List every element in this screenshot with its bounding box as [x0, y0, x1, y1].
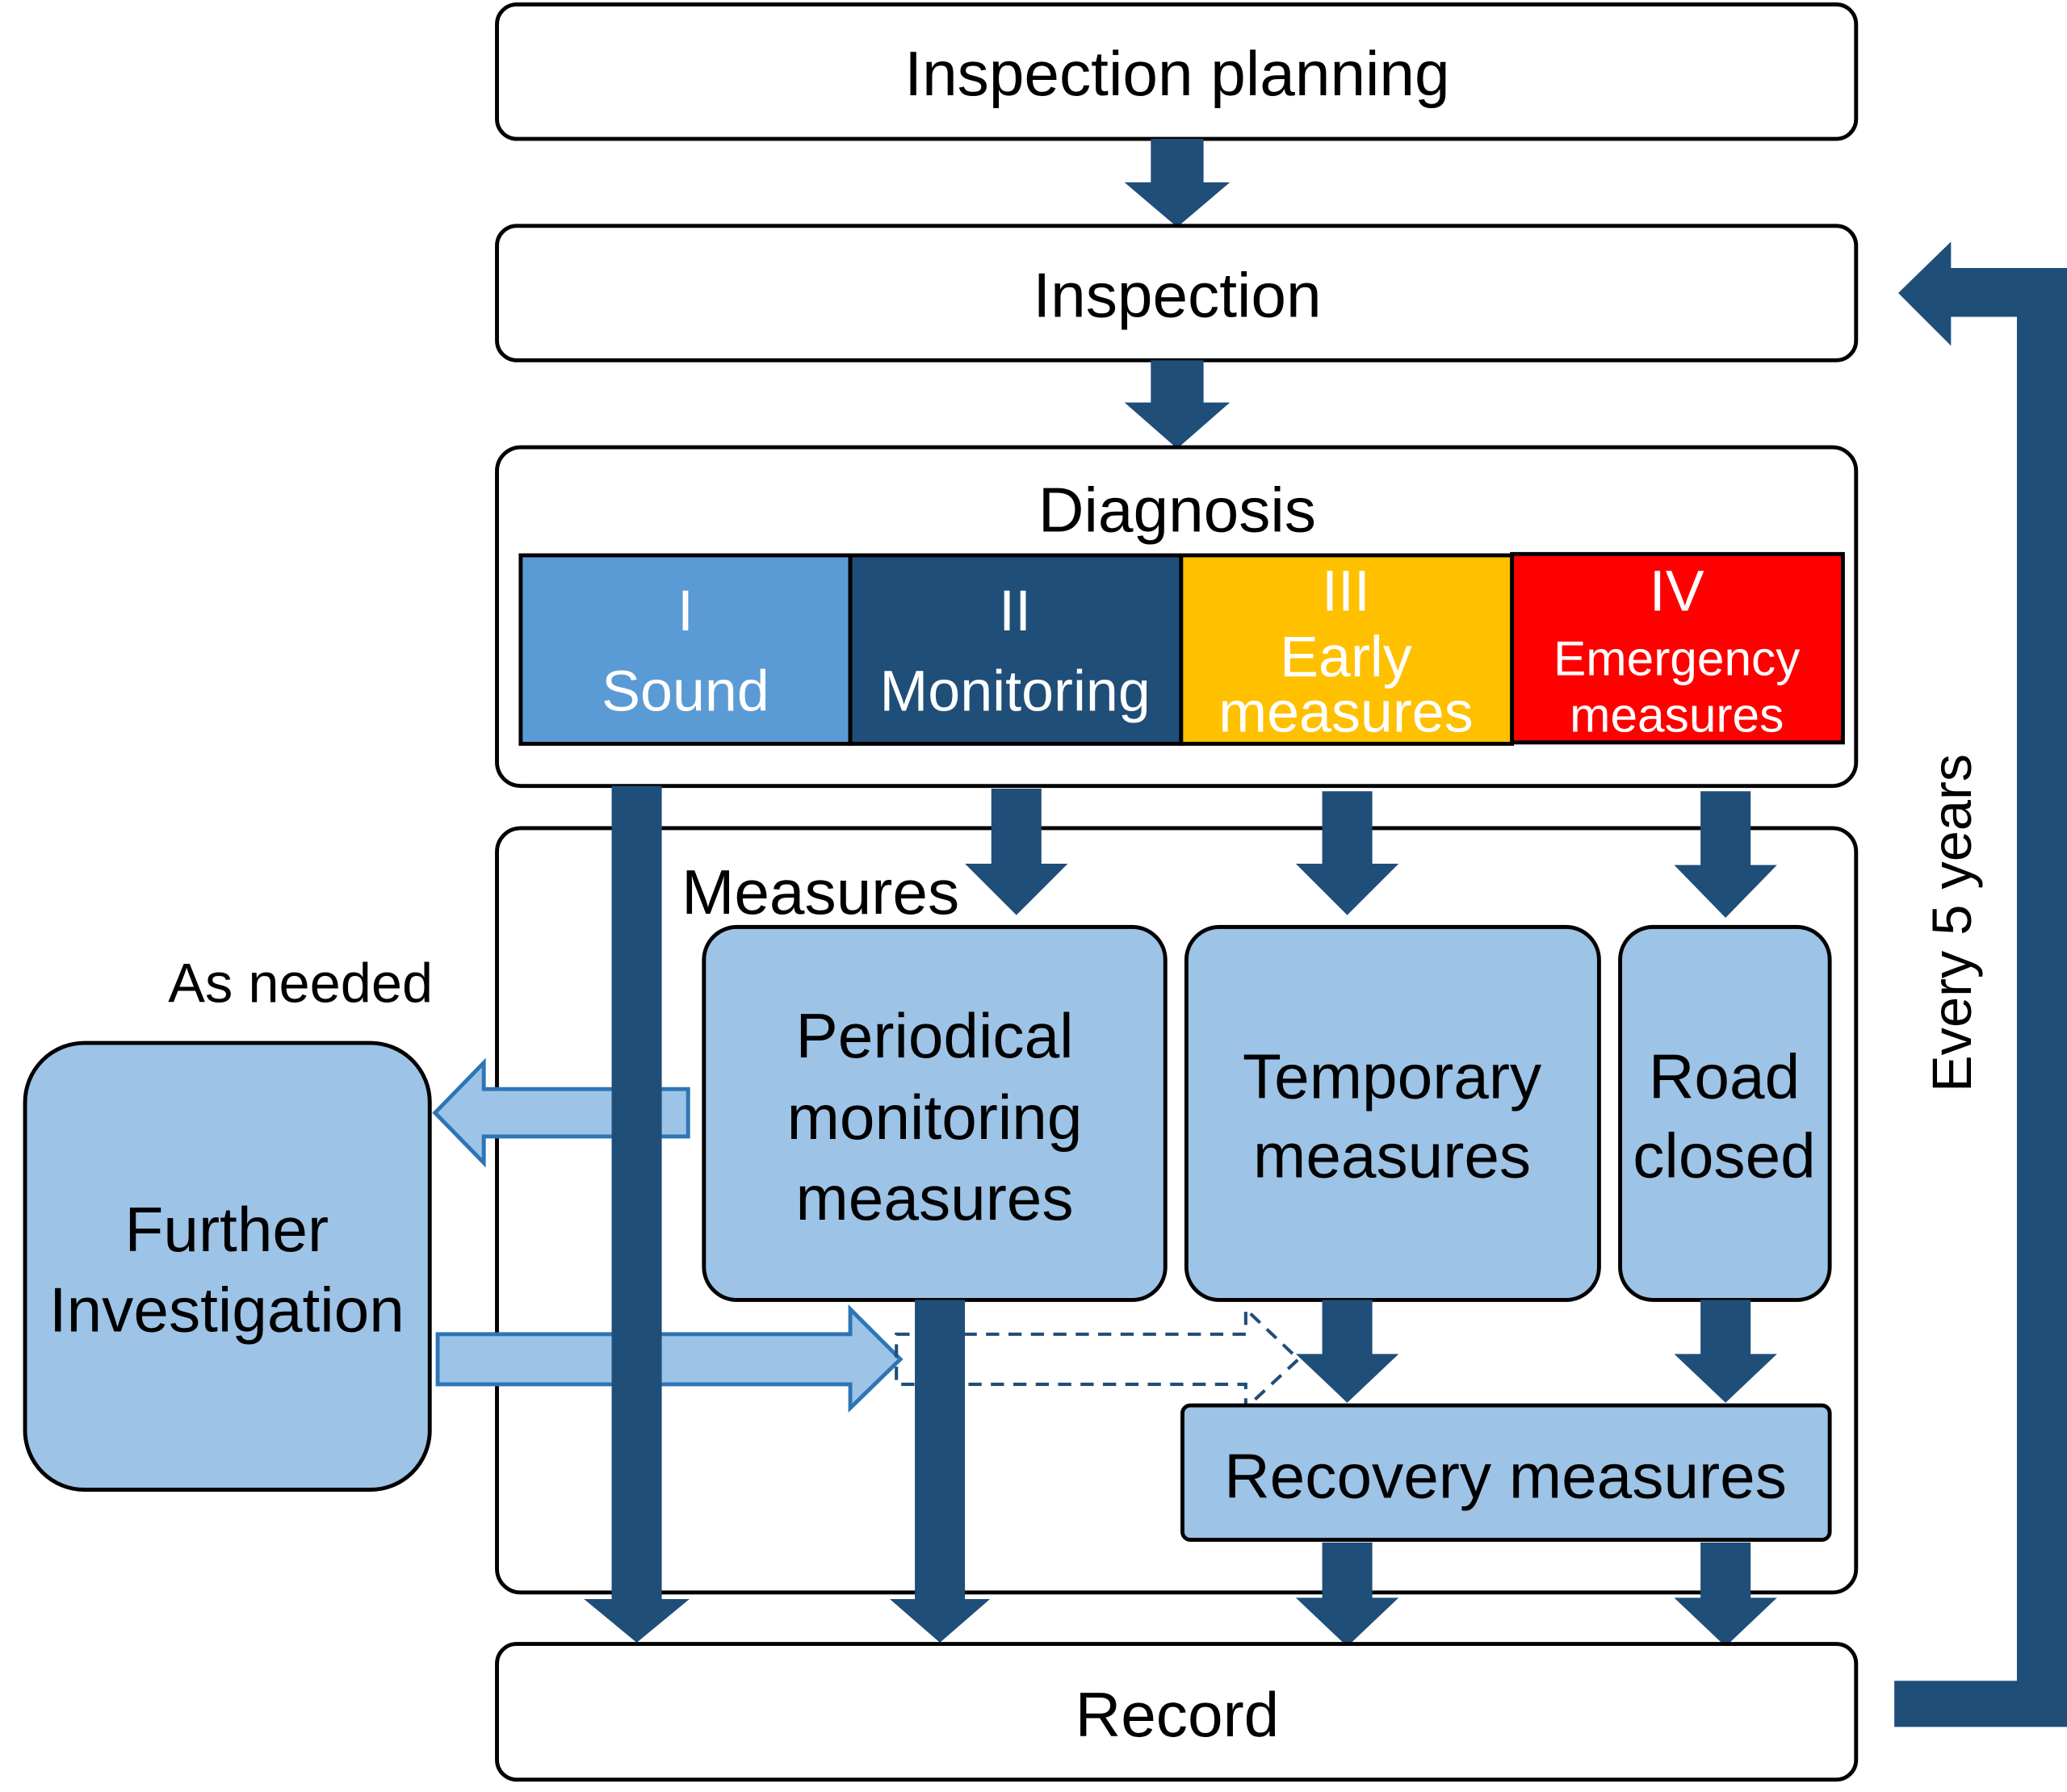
category-numeral: IV	[1650, 559, 1704, 624]
category-label: measures	[1570, 688, 1784, 743]
category-label: measures	[1218, 680, 1473, 745]
further-investigation-label: Further	[125, 1194, 329, 1265]
diagnosis-label: Diagnosis	[1038, 475, 1316, 546]
category-numeral: I	[677, 579, 694, 643]
as-needed-label: As needed	[168, 952, 433, 1014]
temporary-measures-box	[1184, 924, 1601, 1302]
arrow-down	[1124, 139, 1231, 228]
periodical-label: monitoring	[787, 1082, 1083, 1153]
periodical-label: measures	[796, 1162, 1074, 1233]
further-investigation-box	[23, 1040, 432, 1492]
temporary-label: Temporary	[1243, 1041, 1542, 1112]
every-5-years-label: Every 5 years	[1921, 754, 1983, 1092]
road-closed-label: Road	[1649, 1041, 1800, 1112]
category-label: Monitoring	[879, 659, 1150, 724]
road-closed-label: closed	[1633, 1120, 1816, 1191]
further-investigation-label: Investigation	[49, 1275, 405, 1346]
category-label: Sound	[602, 659, 769, 724]
inspection-planning-label: Inspection planning	[904, 38, 1449, 109]
record-label: Record	[1075, 1679, 1280, 1750]
inspection-flow-diagram: Inspection planning Inspection Diagnosis…	[23, 2, 2067, 1782]
road-closed-box	[1618, 924, 1832, 1302]
temporary-label: measures	[1253, 1120, 1531, 1191]
periodical-label: Periodical	[796, 1000, 1074, 1071]
category-numeral: II	[999, 579, 1031, 643]
arrow-down	[1124, 360, 1231, 449]
category-numeral: III	[1322, 559, 1370, 624]
inspection-label: Inspection	[1033, 259, 1321, 330]
measures-label: Measures	[681, 856, 959, 927]
recovery-label: Recovery measures	[1224, 1440, 1787, 1511]
category-label: Emergency	[1553, 631, 1801, 686]
